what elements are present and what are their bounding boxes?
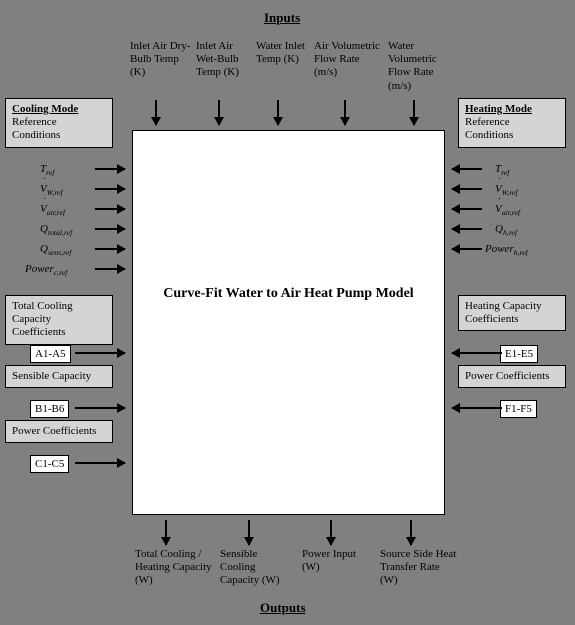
arrow-right-icon — [75, 407, 125, 409]
arrow-left-icon — [452, 228, 482, 230]
heat-ref-4: Powerh,ref — [485, 243, 528, 257]
arrow-down-icon — [410, 520, 412, 545]
pc-cool-box: Power Coefficients — [5, 420, 113, 443]
c-range: C1-C5 — [30, 455, 69, 473]
arrow-right-icon — [95, 248, 125, 250]
arrow-right-icon — [95, 228, 125, 230]
output-1: Sensible Cooling Capacity (W) — [220, 548, 295, 588]
top-input-0: Inlet Air Dry-Bulb Temp (K) — [130, 40, 193, 80]
cool-ref-5: Powerc,ref — [25, 263, 67, 277]
hcc-box: Heating Capacity Coefficients — [458, 295, 566, 331]
arrow-right-icon — [75, 352, 125, 354]
output-3: Source Side Heat Transfer Rate (W) — [380, 548, 458, 588]
arrow-down-icon — [330, 520, 332, 545]
arrow-left-icon — [452, 208, 482, 210]
model-title: Curve-Fit Water to Air Heat Pump Model — [133, 286, 444, 302]
arrow-left-icon — [452, 188, 482, 190]
arrow-down-icon — [218, 100, 220, 125]
heating-mode-heading: Heating Mode — [465, 103, 532, 115]
arrow-right-icon — [75, 462, 125, 464]
arrow-right-icon — [95, 268, 125, 270]
output-0: Total Cooling / Heating Capacity (W) — [135, 548, 215, 588]
cooling-mode-sub: Reference Conditions — [12, 116, 60, 141]
arrow-left-icon — [452, 407, 502, 409]
output-2: Power Input (W) — [302, 548, 374, 574]
cool-ref-2: ˙Vair,ref — [40, 203, 65, 217]
arrow-down-icon — [344, 100, 346, 125]
heating-mode-box: Heating Mode Reference Conditions — [458, 98, 566, 148]
outputs-title: Outputs — [260, 600, 306, 616]
top-input-1: Inlet Air Wet-Bulb Temp (K) — [196, 40, 254, 80]
heat-ref-3: Qh,ref — [495, 223, 517, 237]
arrow-right-icon — [95, 168, 125, 170]
top-input-3: Air Volumetric Flow Rate (m/s) — [314, 40, 380, 80]
arrow-right-icon — [95, 188, 125, 190]
f-range: F1-F5 — [500, 400, 537, 418]
arrow-left-icon — [452, 352, 502, 354]
cool-ref-4: Qsens,ref — [40, 243, 71, 257]
pc-heat-box: Power Coefficients — [458, 365, 566, 388]
arrow-down-icon — [165, 520, 167, 545]
b-range: B1-B6 — [30, 400, 69, 418]
model-box: Curve-Fit Water to Air Heat Pump Model — [132, 130, 445, 515]
e-range: E1-E5 — [500, 345, 538, 363]
arrow-left-icon — [452, 248, 482, 250]
arrow-down-icon — [277, 100, 279, 125]
cool-ref-3: Qtotal,ref — [40, 223, 72, 237]
arrow-down-icon — [155, 100, 157, 125]
arrow-down-icon — [248, 520, 250, 545]
heat-ref-2: ˙Vair,ref — [495, 203, 520, 217]
tcc-box: Total Cooling Capacity Coefficients — [5, 295, 113, 345]
arrow-left-icon — [452, 168, 482, 170]
top-input-2: Water Inlet Temp (K) — [256, 40, 306, 66]
top-input-4: Water Volumetric Flow Rate (m/s) — [388, 40, 456, 93]
sc-box: Sensible Capacity — [5, 365, 113, 388]
arrow-right-icon — [95, 208, 125, 210]
arrow-down-icon — [413, 100, 415, 125]
cooling-mode-box: Cooling Mode Reference Conditions — [5, 98, 113, 148]
a-range: A1-A5 — [30, 345, 71, 363]
heating-mode-sub: Reference Conditions — [465, 116, 513, 141]
cooling-mode-heading: Cooling Mode — [12, 103, 78, 115]
inputs-title: Inputs — [264, 10, 300, 26]
